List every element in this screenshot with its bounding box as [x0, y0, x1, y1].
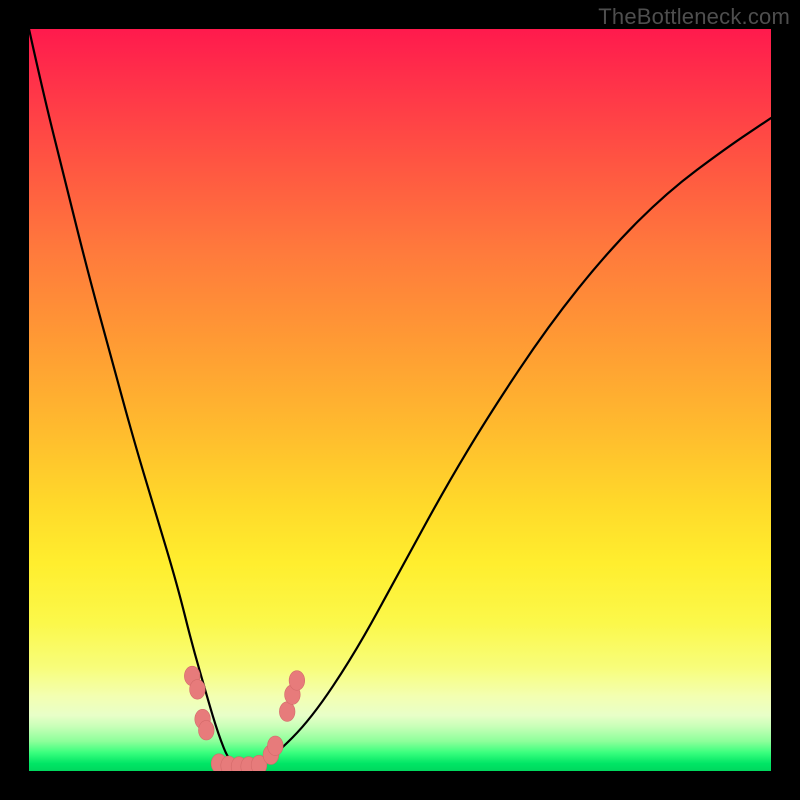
- curve-marker: [289, 671, 305, 691]
- plot-area: [29, 29, 771, 771]
- curve-marker: [268, 736, 284, 756]
- curve-marker: [190, 680, 206, 700]
- outer-frame: TheBottleneck.com: [0, 0, 800, 800]
- bottleneck-curve: [29, 29, 771, 767]
- marker-layer: [184, 666, 304, 771]
- curve-path: [29, 29, 771, 767]
- watermark-text: TheBottleneck.com: [598, 4, 790, 30]
- chart-svg: [29, 29, 771, 771]
- curve-marker: [279, 702, 295, 722]
- curve-marker: [199, 720, 215, 740]
